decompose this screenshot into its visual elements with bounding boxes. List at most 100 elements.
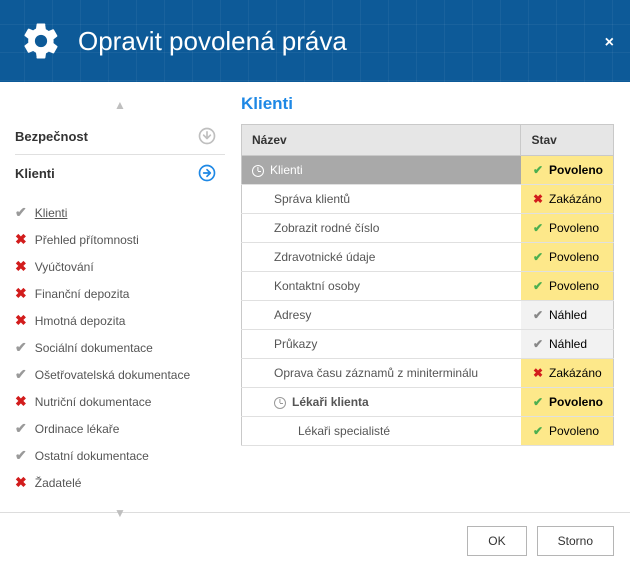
table-row[interactable]: Kontaktní osoby✔Povoleno — [242, 272, 614, 301]
row-name: Zobrazit rodné číslo — [274, 221, 379, 235]
sidebar-section-label: Bezpečnost — [15, 129, 88, 144]
row-status-label: Povoleno — [549, 163, 603, 177]
x-icon: ✖ — [15, 312, 27, 329]
table-row[interactable]: Lékaři specialisté ✔Povoleno — [242, 417, 614, 446]
sidebar-item[interactable]: ✖Finanční depozita — [15, 280, 225, 307]
main-title: Klienti — [241, 94, 614, 114]
table-row[interactable]: Zobrazit rodné číslo ✔Povoleno — [242, 214, 614, 243]
column-header-state[interactable]: Stav — [521, 125, 614, 156]
row-name: Zdravotnické údaje — [274, 250, 375, 264]
sidebar-item[interactable]: ✔Klienti — [15, 199, 225, 226]
row-status-label: Náhled — [549, 308, 587, 322]
permissions-table-body: Klienti✔PovolenoSpráva klientů✖ZakázánoZ… — [242, 156, 614, 446]
table-row[interactable]: Lékaři klienta ✔Povoleno — [242, 388, 614, 417]
check-icon: ✔ — [531, 424, 545, 438]
sidebar-item[interactable]: ✖ Přehled přítomnosti — [15, 226, 225, 253]
sidebar-section-security[interactable]: Bezpečnost — [15, 118, 225, 155]
cancel-button[interactable]: Storno — [537, 526, 614, 556]
check-icon: ✔ — [15, 366, 27, 383]
row-name: Adresy — [274, 308, 311, 322]
sidebar-item[interactable]: ✔ Sociální dokumentace — [15, 334, 225, 361]
sidebar-item[interactable]: ✖Vyúčtování — [15, 253, 225, 280]
row-status-cell: ✔ Náhled — [521, 301, 614, 330]
row-name-cell: Průkazy — [242, 330, 521, 359]
check-icon: ✔ — [15, 339, 27, 356]
row-name: Klienti — [270, 163, 303, 177]
row-status-cell: ✖ Zakázáno — [521, 185, 614, 214]
row-name: Lékaři klienta — [292, 395, 369, 409]
row-name-cell: Lékaři klienta — [242, 388, 521, 417]
check-icon: ✔ — [15, 420, 27, 437]
x-icon: ✖ — [531, 192, 545, 206]
row-status-label: Náhled — [549, 337, 587, 351]
row-name-cell: Oprava času záznamů z miniterminálu — [242, 359, 521, 388]
sidebar-item[interactable]: ✔ Ošetřovatelská dokumentace — [15, 361, 225, 388]
x-icon: ✖ — [15, 393, 27, 410]
ok-button[interactable]: OK — [467, 526, 526, 556]
row-name: Kontaktní osoby — [274, 279, 360, 293]
sidebar-item-label: Žadatelé — [35, 476, 82, 490]
row-status-label: Povoleno — [549, 279, 599, 293]
clock-icon — [274, 397, 286, 409]
dialog-header: Opravit povolená práva × — [0, 0, 630, 82]
sidebar: ▲ Bezpečnost Klienti ✔Klienti✖Přehled př… — [0, 82, 225, 512]
row-status-label: Zakázáno — [549, 366, 602, 380]
sidebar-item-label: Hmotná depozita — [35, 314, 126, 328]
sidebar-item-label: Přehled přítomnosti — [35, 233, 139, 247]
sidebar-list: ✔Klienti✖Přehled přítomnosti✖Vyúčtování✖… — [15, 191, 225, 500]
main-panel: Klienti Název Stav Klienti✔PovolenoSpráv… — [225, 82, 630, 512]
gear-icon — [20, 20, 62, 62]
row-name-cell: Kontaktní osoby — [242, 272, 521, 301]
sidebar-item-label: Ordinace lékaře — [35, 422, 120, 436]
row-status-cell: ✖ Zakázáno — [521, 359, 614, 388]
row-name: Průkazy — [274, 337, 317, 351]
x-icon: ✖ — [531, 366, 545, 380]
row-status-label: Povoleno — [549, 221, 599, 235]
row-name: Oprava času záznamů z miniterminálu — [274, 366, 478, 380]
check-icon: ✔ — [531, 308, 545, 322]
sidebar-item[interactable]: ✔Ostatní dokumentace — [15, 442, 225, 469]
row-name: Správa klientů — [274, 192, 350, 206]
row-status-cell: ✔ Povoleno — [521, 243, 614, 272]
sidebar-item[interactable]: ✔ Ordinace lékaře — [15, 415, 225, 442]
x-icon: ✖ — [15, 231, 27, 248]
sidebar-item-label: Nutriční dokumentace — [35, 395, 152, 409]
table-row[interactable]: Správa klientů ✖ Zakázáno — [242, 185, 614, 214]
arrow-right-circle-icon — [197, 163, 217, 183]
row-status-label: Zakázáno — [549, 192, 602, 206]
row-status-label: Povoleno — [549, 250, 599, 264]
row-status-cell: ✔Povoleno — [521, 417, 614, 446]
sidebar-item-label: Vyúčtování — [35, 260, 94, 274]
x-icon: ✖ — [15, 285, 27, 302]
x-icon: ✖ — [15, 474, 27, 491]
sidebar-item[interactable]: ✖ Hmotná depozita — [15, 307, 225, 334]
chevron-down-icon[interactable]: ▼ — [15, 500, 225, 526]
sidebar-item-label: Sociální dokumentace — [35, 341, 153, 355]
table-row[interactable]: Adresy ✔ Náhled — [242, 301, 614, 330]
column-header-name[interactable]: Název — [242, 125, 521, 156]
sidebar-item[interactable]: ✖ Žadatelé — [15, 469, 225, 496]
row-name-cell: Klienti — [242, 156, 521, 185]
table-row[interactable]: Zdravotnické údaje ✔ Povoleno — [242, 243, 614, 272]
sidebar-item-label: Klienti — [35, 206, 68, 220]
row-name-cell: Adresy — [242, 301, 521, 330]
check-icon: ✔ — [531, 395, 545, 409]
table-row[interactable]: Průkazy ✔ Náhled — [242, 330, 614, 359]
close-icon[interactable]: × — [605, 34, 614, 52]
row-status-cell: ✔Povoleno — [521, 214, 614, 243]
check-icon: ✔ — [531, 250, 545, 264]
row-name-cell: Lékaři specialisté — [242, 417, 521, 446]
table-row[interactable]: Klienti✔Povoleno — [242, 156, 614, 185]
row-status-cell: ✔Povoleno — [521, 388, 614, 417]
row-status-cell: ✔ Náhled — [521, 330, 614, 359]
sidebar-section-label: Klienti — [15, 166, 55, 181]
arrow-down-circle-icon — [197, 126, 217, 146]
table-row[interactable]: Oprava času záznamů z miniterminálu ✖ Zaká… — [242, 359, 614, 388]
sidebar-section-clients[interactable]: Klienti — [15, 155, 225, 191]
row-name: Lékaři specialisté — [298, 424, 390, 438]
sidebar-item[interactable]: ✖ Nutriční dokumentace — [15, 388, 225, 415]
chevron-up-icon[interactable]: ▲ — [15, 92, 225, 118]
check-icon: ✔ — [531, 337, 545, 351]
sidebar-item-label: Ošetřovatelská dokumentace — [35, 368, 190, 382]
check-icon: ✔ — [15, 447, 27, 464]
